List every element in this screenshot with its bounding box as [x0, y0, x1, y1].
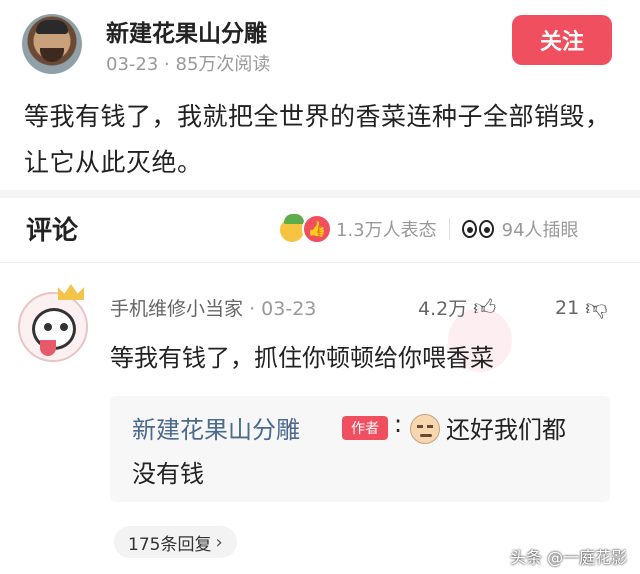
- reaction-separator: [448, 218, 450, 240]
- eyes-icon: [461, 218, 496, 240]
- post-meta: 03-23 · 85万次阅读: [106, 50, 270, 76]
- post-header: 新建花果山分雕 03-23 · 85万次阅读 关注: [0, 0, 640, 90]
- comment-meta: 手机维修小当家 · 03-23: [110, 294, 316, 321]
- post-date: 03-23: [106, 54, 159, 75]
- source-watermark: 头条 @一庭花影: [510, 548, 628, 567]
- section-divider: [0, 190, 640, 198]
- crown-icon: [58, 284, 84, 300]
- comment-dislike-button[interactable]: 21 👎︎: [555, 294, 608, 321]
- comment-like-count: 4.2万: [418, 298, 468, 320]
- reaction-emoji-stack: 👍: [278, 214, 336, 244]
- reaction-summary[interactable]: 👍 1.3万人表态 94人插眼: [278, 212, 579, 246]
- commenter-name[interactable]: 手机维修小当家: [110, 298, 243, 320]
- author-badge: 作者: [342, 416, 388, 440]
- avatar-hat-shape: [36, 20, 68, 34]
- post-content: 等我有钱了，我就把全世界的香菜连种子全部销毁，让它从此灭绝。: [24, 102, 611, 177]
- post-views: 85万次阅读: [175, 54, 271, 75]
- view-replies-button[interactable]: 175条回复 ›: [114, 526, 237, 558]
- author-name[interactable]: 新建花果山分雕: [106, 14, 267, 48]
- comments-title: 评论: [26, 216, 79, 246]
- avatar-beard-shape: [40, 48, 64, 62]
- thumbs-up-outline-icon: 👍︎: [473, 296, 497, 321]
- reply-colon: :: [394, 410, 403, 438]
- chevron-right-icon: ›: [215, 531, 223, 553]
- comments-divider: [0, 262, 640, 263]
- comment-text: 等我有钱了，抓住你顿顿给你喂香菜: [110, 344, 494, 372]
- reply-author[interactable]: 新建花果山分雕: [132, 410, 300, 445]
- reply-text-line1: 还好我们都: [446, 416, 566, 444]
- follow-button[interactable]: 关注: [512, 15, 612, 65]
- tongue-shape: [40, 340, 56, 356]
- reply-preview[interactable]: 新建花果山分雕 作者 : 还好我们都 没有钱: [110, 396, 610, 502]
- thumbs-down-outline-icon: 👎︎: [585, 296, 608, 321]
- commenter-avatar[interactable]: [18, 284, 88, 362]
- thumbs-up-icon: 👍: [302, 214, 332, 244]
- eyes-count: 94人插眼: [501, 220, 579, 241]
- comment-date: 03-23: [261, 298, 317, 320]
- comment-dislike-count: 21: [555, 296, 580, 319]
- comment-like-button[interactable]: 4.2万 👍︎: [418, 294, 496, 321]
- smug-face-icon: [410, 414, 440, 444]
- meta-dot: ·: [164, 54, 176, 75]
- reaction-count: 1.3万人表态: [336, 220, 437, 241]
- author-avatar[interactable]: [22, 14, 82, 74]
- comment-date-dot: ·: [249, 298, 262, 320]
- reply-text-line2: 没有钱: [132, 460, 204, 488]
- replies-count: 175条回复: [128, 534, 212, 555]
